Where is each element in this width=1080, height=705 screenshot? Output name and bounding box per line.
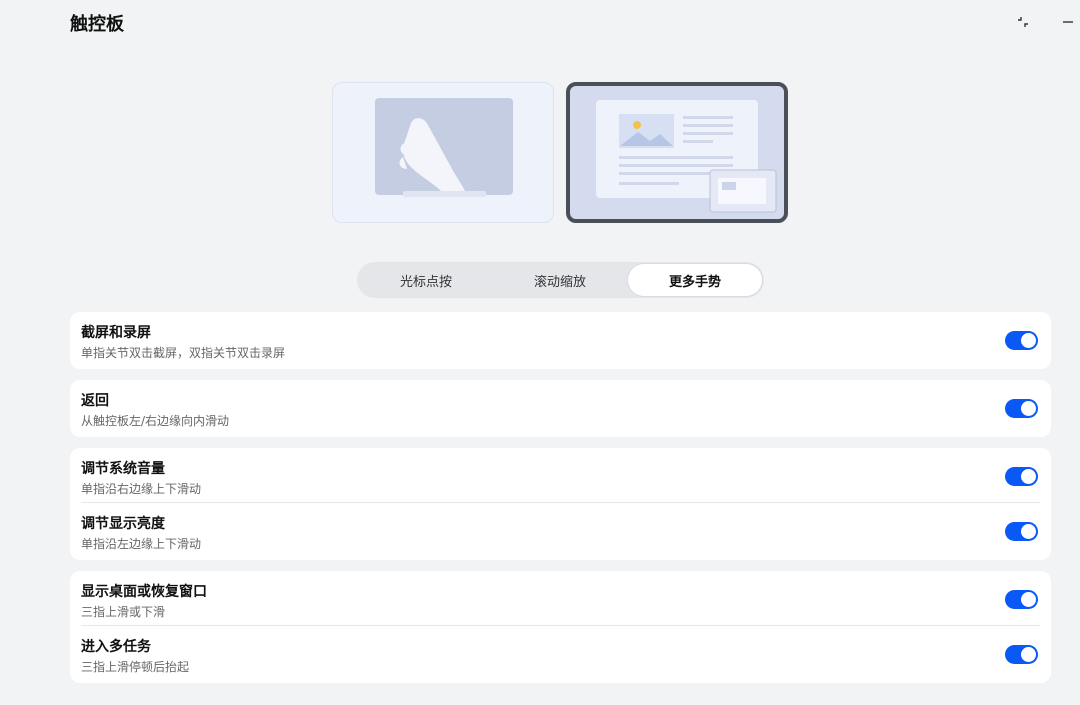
desktop-multitask-card: 显示桌面或恢复窗口 三指上滑或下滑 进入多任务 三指上滑停顿后抬起 [70,571,1051,683]
setting-subtitle: 单指关节双击截屏，双指关节双击录屏 [81,346,286,360]
desktop-toggle[interactable] [1005,590,1038,609]
tab-cursor-click[interactable]: 光标点按 [359,264,493,296]
gesture-tab-bar: 光标点按 滚动缩放 更多手势 [357,262,764,298]
restore-icon[interactable] [1013,12,1033,32]
setting-title: 调节系统音量 [81,461,165,477]
minimize-icon[interactable] [1058,12,1078,32]
setting-row-desktop: 显示桌面或恢复窗口 三指上滑或下滑 [70,571,1051,627]
screen-gesture-preview[interactable] [566,82,788,223]
screenshot-toggle[interactable] [1005,331,1038,350]
screenshot-card: 截屏和录屏 单指关节双击截屏，双指关节双击录屏 [70,312,1051,369]
setting-title: 进入多任务 [81,639,151,655]
back-card: 返回 从触控板左/右边缘向内滑动 [70,380,1051,437]
setting-row-multitask: 进入多任务 三指上滑停顿后抬起 [70,626,1051,682]
toggle-knob [1021,401,1036,416]
toggle-knob [1021,333,1036,348]
screen-window-illustration [596,100,777,213]
setting-row-volume: 调节系统音量 单指沿右边缘上下滑动 [70,448,1051,504]
toggle-knob [1021,647,1036,662]
setting-subtitle: 单指沿左边缘上下滑动 [81,537,202,551]
setting-title: 调节显示亮度 [81,516,165,532]
toggle-knob [1021,524,1036,539]
setting-subtitle: 从触控板左/右边缘向内滑动 [81,414,230,428]
setting-title: 返回 [81,393,109,409]
hand-on-touchpad-illustration [375,98,513,197]
setting-row-back: 返回 从触控板左/右边缘向内滑动 [70,380,1051,436]
tab-more-gestures[interactable]: 更多手势 [628,264,762,296]
toggle-knob [1021,592,1036,607]
tab-scroll-zoom[interactable]: 滚动缩放 [493,264,627,296]
setting-subtitle: 单指沿右边缘上下滑动 [81,482,202,496]
title-bar: 触控板 [0,0,1080,44]
setting-subtitle: 三指上滑停顿后抬起 [81,660,190,674]
setting-title: 截屏和录屏 [81,325,151,341]
back-toggle[interactable] [1005,399,1038,418]
volume-toggle[interactable] [1005,467,1038,486]
touchpad-gesture-preview[interactable] [332,82,554,223]
setting-title: 显示桌面或恢复窗口 [81,584,207,600]
setting-row-brightness: 调节显示亮度 单指沿左边缘上下滑动 [70,503,1051,559]
volume-brightness-card: 调节系统音量 单指沿右边缘上下滑动 调节显示亮度 单指沿左边缘上下滑动 [70,448,1051,560]
brightness-toggle[interactable] [1005,522,1038,541]
multitask-toggle[interactable] [1005,645,1038,664]
setting-subtitle: 三指上滑或下滑 [81,605,166,619]
page-title: 触控板 [70,14,124,35]
setting-row-screenshot: 截屏和录屏 单指关节双击截屏，双指关节双击录屏 [70,312,1051,368]
toggle-knob [1021,469,1036,484]
